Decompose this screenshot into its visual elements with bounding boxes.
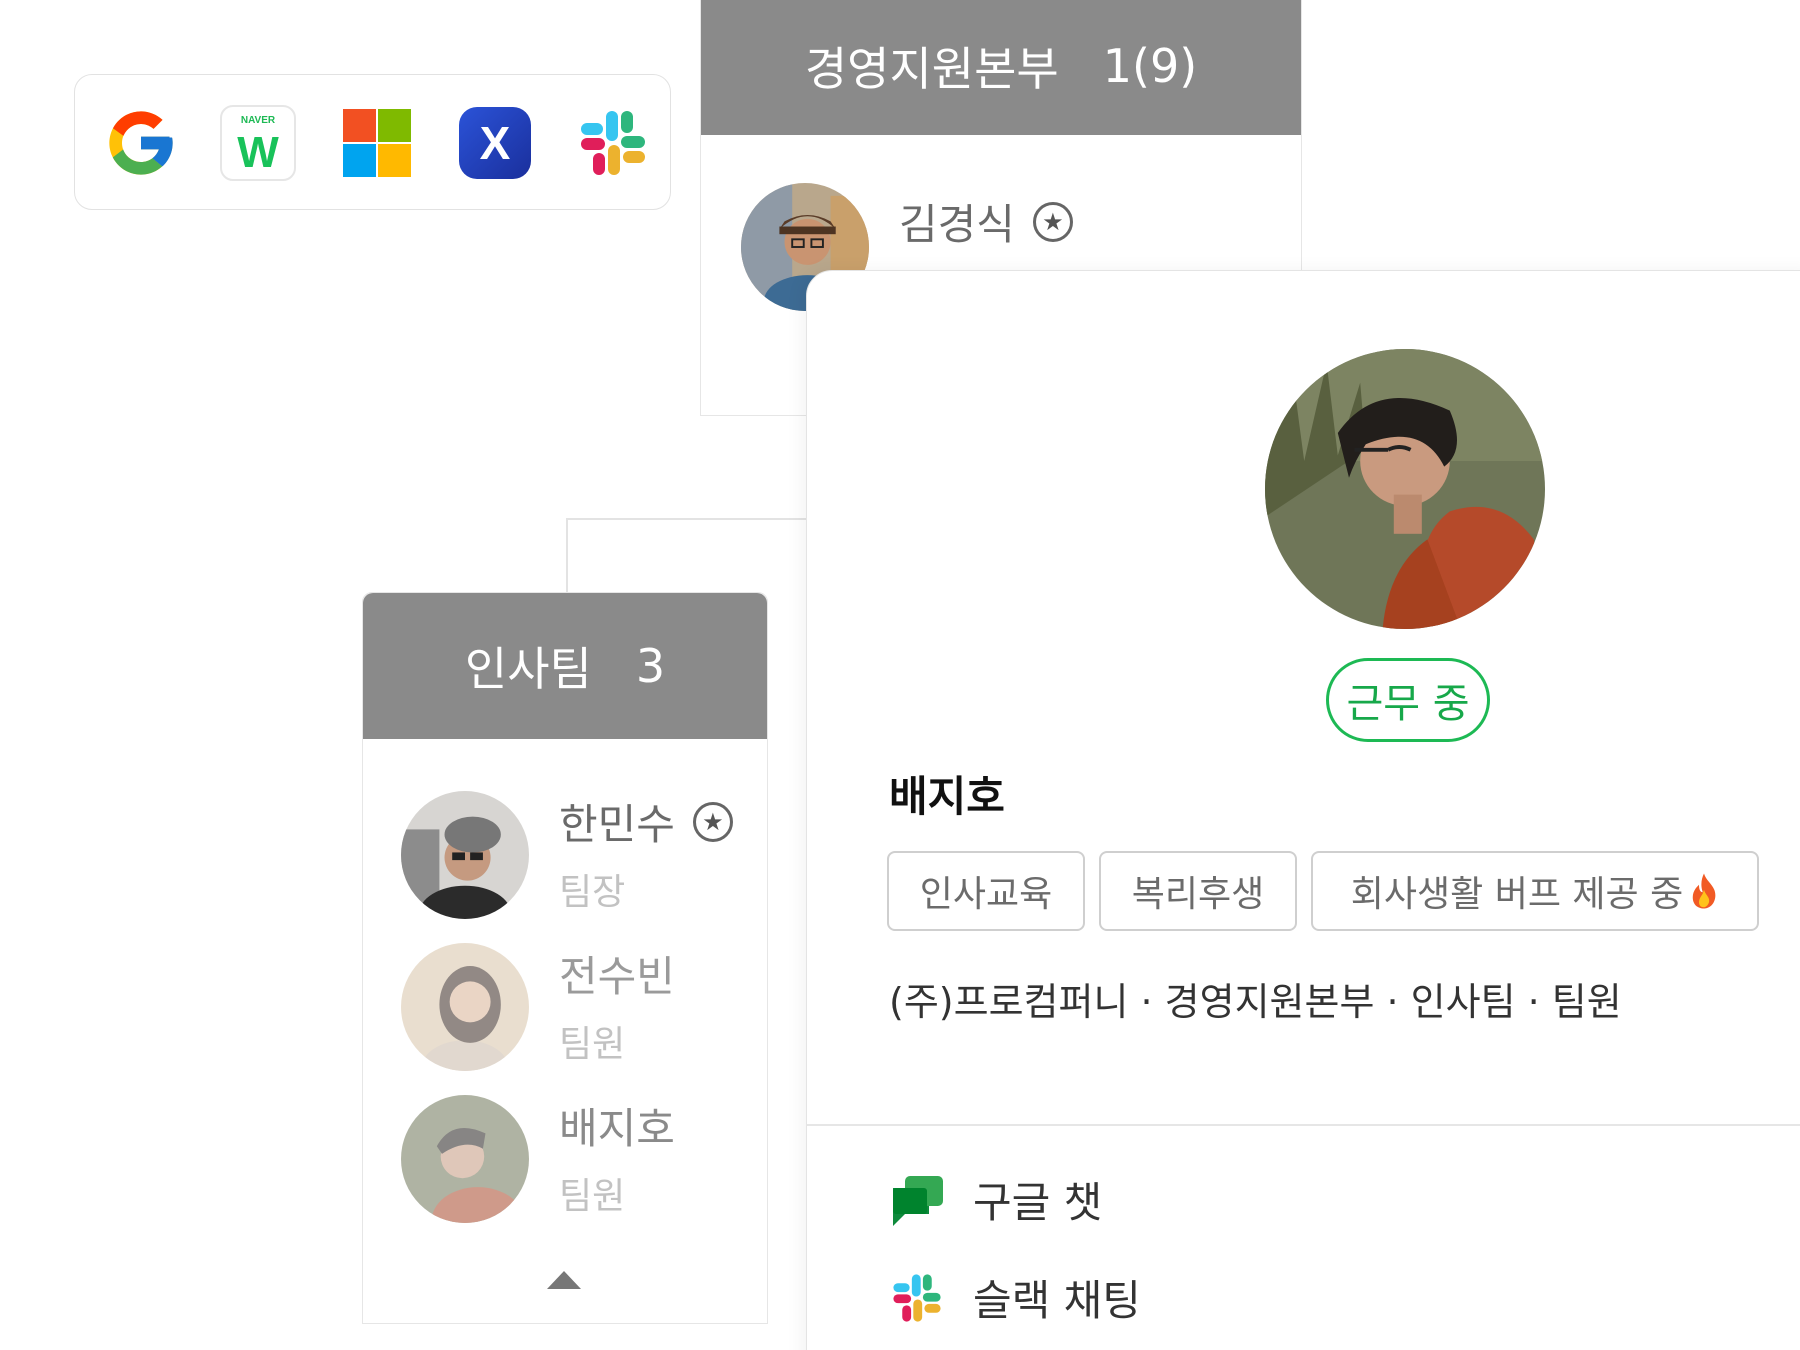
profile-avatar[interactable]: [1265, 349, 1545, 629]
avatar[interactable]: [401, 1095, 529, 1223]
team-header[interactable]: 인사팀 3: [363, 593, 767, 739]
connector-line: [566, 518, 810, 520]
tag-label: 인사교육: [919, 874, 1053, 915]
integration-icons: NAVER W X: [74, 74, 671, 210]
action-label: 슬랙 채팅: [973, 1276, 1141, 1325]
profile-card: 근무 중 배지호 인사교육 복리후생 회사생활 버프 제공 중 (주)프로컴퍼니…: [806, 270, 1800, 1350]
member-name-row: 한민수 ★: [559, 791, 733, 852]
team-count: 3: [635, 639, 666, 693]
member-name: 배지호: [559, 1104, 675, 1153]
member-name: 전수빈: [559, 952, 675, 1001]
org-path: (주)프로컴퍼니 · 경영지원본부 · 인사팀 · 팀원: [889, 980, 1622, 1024]
member-role: 팀장: [559, 872, 626, 913]
action-label: 구글 챗: [973, 1178, 1103, 1227]
tag-chip[interactable]: 회사생활 버프 제공 중: [1311, 851, 1759, 931]
google-icon[interactable]: [103, 105, 179, 181]
leader-star-icon: ★: [692, 801, 733, 842]
google-chat-icon: [893, 1175, 943, 1226]
division-name: 경영지원본부: [804, 42, 1059, 96]
tag-label: 복리후생: [1131, 874, 1265, 915]
svg-text:NAVER: NAVER: [241, 115, 276, 126]
division-header[interactable]: 경영지원본부 1(9): [701, 0, 1301, 135]
division-count: 1(9): [1102, 39, 1198, 93]
tag-chip[interactable]: 인사교육: [887, 851, 1085, 931]
profile-name: 배지호: [889, 772, 1005, 821]
slack-chat-action[interactable]: 슬랙 채팅: [889, 1267, 1141, 1328]
avatar[interactable]: [401, 791, 529, 919]
fire-icon: [1692, 873, 1716, 909]
member-role: 팀원: [559, 1024, 626, 1065]
status-badge: 근무 중: [1326, 658, 1490, 742]
google-chat-action[interactable]: 구글 챗: [889, 1169, 1102, 1230]
slack-icon[interactable]: [575, 105, 651, 181]
tag-label: 회사생활 버프 제공 중: [1350, 874, 1684, 915]
connector-line: [566, 518, 568, 592]
divider: [807, 1124, 1800, 1126]
slack-icon: [893, 1273, 941, 1322]
member-name-row: 김경식 ★: [899, 191, 1073, 252]
member-name: 한민수: [559, 800, 675, 849]
naver-works-icon[interactable]: NAVER W: [220, 105, 296, 181]
svg-text:X: X: [480, 117, 511, 169]
microsoft-icon[interactable]: [339, 105, 415, 181]
x-app-icon[interactable]: X: [457, 105, 533, 181]
tag-chip[interactable]: 복리후생: [1099, 851, 1297, 931]
member-name: 김경식: [899, 200, 1015, 249]
leader-star-icon: ★: [1032, 201, 1073, 242]
avatar[interactable]: [401, 943, 529, 1071]
svg-text:W: W: [237, 128, 279, 177]
member-role: 팀원: [559, 1176, 626, 1217]
team-name: 인사팀: [464, 642, 592, 696]
team-card[interactable]: 인사팀 3 한민수 ★ 팀장 전수빈 팀원 배지호 팀원: [362, 592, 768, 1324]
caret-up-icon[interactable]: [547, 1271, 581, 1289]
